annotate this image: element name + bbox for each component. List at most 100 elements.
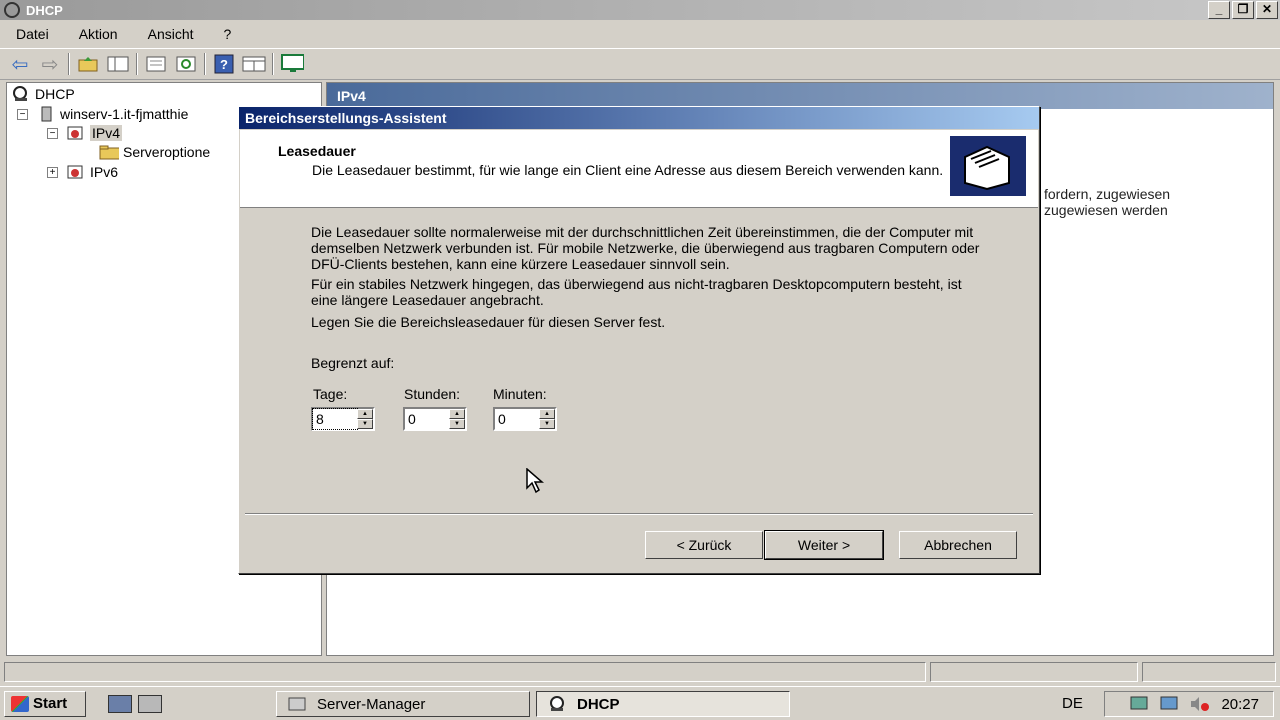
tree-label-ipv4: IPv4 xyxy=(90,125,123,141)
menu-datei[interactable]: Datei xyxy=(8,26,57,42)
dialog-paragraph-1: Die Leasedauer sollte normalerweise mit … xyxy=(311,224,980,272)
status-bar xyxy=(0,660,1280,684)
days-label: Tage: xyxy=(313,386,348,402)
minutes-spinner[interactable]: 0 ▲ ▼ xyxy=(493,407,557,431)
limit-label: Begrenzt auf: xyxy=(311,355,395,371)
windows-logo-icon xyxy=(11,695,29,712)
dhcp-icon xyxy=(11,86,31,102)
menu-bar: Datei Aktion Ansicht ? xyxy=(0,22,1280,46)
minutes-label: Minuten: xyxy=(493,386,547,402)
days-input[interactable]: 8 xyxy=(312,408,358,430)
hours-spinner[interactable]: 0 ▲ ▼ xyxy=(403,407,467,431)
minutes-input[interactable]: 0 xyxy=(495,409,539,429)
volume-muted-icon[interactable] xyxy=(1189,695,1211,713)
monitor-icon[interactable] xyxy=(280,53,304,75)
menu-ansicht[interactable]: Ansicht xyxy=(140,26,202,42)
spin-down-icon[interactable]: ▼ xyxy=(539,419,555,429)
clock: 20:27 xyxy=(1221,695,1259,713)
dialog-paragraph-2: Für ein stabiles Netzwerk hingegen, das … xyxy=(311,276,962,308)
view-icon[interactable] xyxy=(242,53,266,75)
dialog-heading: Leasedauer xyxy=(278,143,356,159)
days-spinner[interactable]: 8 ▲ ▼ xyxy=(311,407,375,431)
toolbar: ⇦ ⇨ ? xyxy=(0,48,1280,80)
taskbar-label: Server-Manager xyxy=(317,695,426,713)
ipv4-icon xyxy=(66,125,86,141)
tree-label-serveroptions: Serveroptione xyxy=(123,144,211,160)
hours-label: Stunden: xyxy=(404,386,461,402)
minimize-button[interactable]: _ xyxy=(1208,1,1230,19)
mouse-cursor-icon xyxy=(526,467,546,497)
status-cell xyxy=(930,662,1138,682)
toolbar-separator xyxy=(272,53,274,75)
display-tray-icon[interactable] xyxy=(1159,695,1179,713)
tree-item-serveroptions[interactable]: Serveroptione xyxy=(99,143,210,161)
next-button[interactable]: Weiter > xyxy=(764,530,884,560)
toolbar-separator xyxy=(204,53,206,75)
taskbar-dhcp[interactable]: DHCP xyxy=(536,691,790,717)
back-button[interactable]: < Zurück xyxy=(645,531,763,559)
dialog-separator xyxy=(245,513,1033,515)
taskbar: Start Server-Manager DHCP DE 20:27 xyxy=(0,686,1280,720)
window-title: DHCP xyxy=(26,2,63,18)
status-cell xyxy=(1142,662,1276,682)
collapse-icon[interactable]: − xyxy=(17,108,28,120)
start-button[interactable]: Start xyxy=(4,690,86,717)
refresh-icon[interactable] xyxy=(174,53,198,75)
dialog-header: Leasedauer Die Leasedauer bestimmt, für … xyxy=(240,130,1038,208)
spin-down-icon[interactable]: ▼ xyxy=(357,419,373,429)
tree-item-ipv6[interactable]: + IPv6 xyxy=(47,163,118,181)
network-tray-icon[interactable] xyxy=(1129,695,1149,713)
server-icon xyxy=(36,106,56,122)
details-text: fordern, zugewiesen zugewiesen werden xyxy=(1044,186,1170,218)
toolbar-separator xyxy=(68,53,70,75)
dialog-body: Die Leasedauer sollte normalerweise mit … xyxy=(311,224,991,334)
start-label: Start xyxy=(33,695,68,712)
details-text-line: fordern, zugewiesen xyxy=(1044,186,1171,202)
server-manager-icon xyxy=(288,697,306,711)
tree-label-ipv6: IPv6 xyxy=(90,164,119,180)
dhcp-app-icon xyxy=(4,2,20,18)
svg-text:?: ? xyxy=(220,57,228,72)
dialog-paragraph-3: Legen Sie die Bereichsleasedauer für die… xyxy=(311,314,666,330)
menu-aktion[interactable]: Aktion xyxy=(71,26,126,42)
quick-launch xyxy=(108,694,162,713)
spin-up-icon[interactable]: ▲ xyxy=(539,409,555,419)
tree-item-dhcp[interactable]: DHCP xyxy=(11,85,75,103)
spin-up-icon[interactable]: ▲ xyxy=(357,409,373,419)
close-button[interactable]: ✕ xyxy=(1256,1,1278,19)
tree-item-server[interactable]: − winserv-1.it-fjmatthie xyxy=(17,105,188,123)
scope-wizard-dialog: Bereichserstellungs-Assistent Leasedauer… xyxy=(238,106,1040,574)
language-indicator[interactable]: DE xyxy=(1062,695,1083,712)
help-icon[interactable]: ? xyxy=(212,53,236,75)
ipv6-icon xyxy=(66,164,86,180)
server-manager-quicklaunch-icon[interactable] xyxy=(138,694,162,713)
show-hide-tree-icon[interactable] xyxy=(106,53,130,75)
forward-arrow-icon[interactable]: ⇨ xyxy=(38,53,62,76)
tree-item-ipv4[interactable]: − IPv4 xyxy=(47,124,123,142)
tree-label-server: winserv-1.it-fjmatthie xyxy=(60,106,189,122)
status-cell xyxy=(4,662,926,682)
dialog-subheading: Die Leasedauer bestimmt, für wie lange e… xyxy=(312,162,944,178)
system-tray: 20:27 xyxy=(1104,691,1274,717)
back-arrow-icon[interactable]: ⇦ xyxy=(8,53,32,76)
tree-label-dhcp: DHCP xyxy=(35,86,75,102)
dhcp-taskbar-icon xyxy=(550,696,564,711)
spin-down-icon[interactable]: ▼ xyxy=(449,419,465,429)
show-desktop-icon[interactable] xyxy=(108,694,132,713)
spin-up-icon[interactable]: ▲ xyxy=(449,409,465,419)
toolbar-separator xyxy=(136,53,138,75)
taskbar-server-manager[interactable]: Server-Manager xyxy=(276,691,530,717)
wizard-folder-icon xyxy=(950,136,1026,196)
details-text-line: zugewiesen werden xyxy=(1044,202,1168,218)
expand-icon[interactable]: + xyxy=(47,166,58,178)
collapse-icon[interactable]: − xyxy=(47,127,58,139)
restore-button[interactable]: ❐ xyxy=(1232,1,1254,19)
menu-help[interactable]: ? xyxy=(216,26,240,42)
cancel-button[interactable]: Abbrechen xyxy=(899,531,1017,559)
title-bar: DHCP _ ❐ ✕ xyxy=(0,0,1280,20)
properties-icon[interactable] xyxy=(144,53,168,75)
hours-input[interactable]: 0 xyxy=(405,409,449,429)
taskbar-label: DHCP xyxy=(577,695,620,713)
folder-icon xyxy=(99,144,119,160)
folder-up-icon[interactable] xyxy=(76,53,100,75)
